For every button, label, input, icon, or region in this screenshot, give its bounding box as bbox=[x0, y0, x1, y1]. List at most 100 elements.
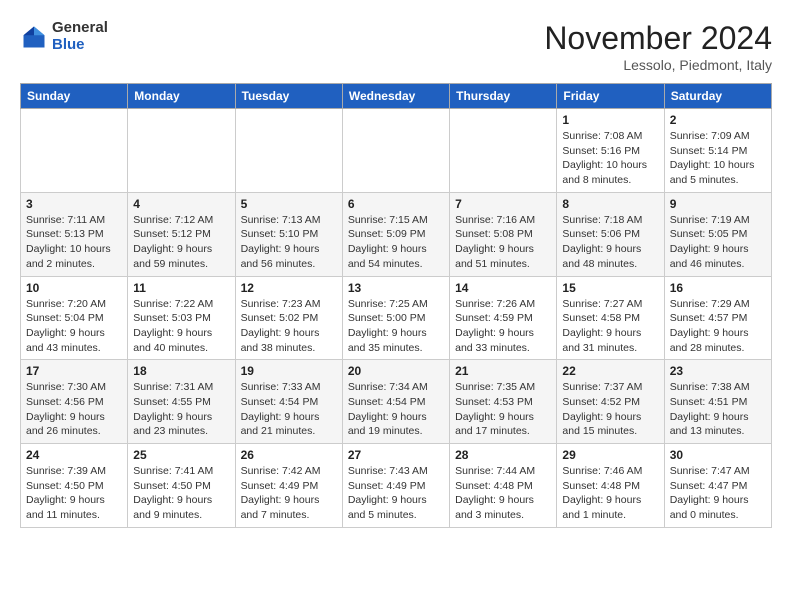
calendar-cell: 14 Sunrise: 7:26 AMSunset: 4:59 PMDayligh… bbox=[450, 276, 557, 360]
day-number: 21 bbox=[455, 364, 551, 378]
day-info: Sunrise: 7:29 AMSunset: 4:57 PMDaylight:… bbox=[670, 297, 766, 356]
day-number: 5 bbox=[241, 197, 337, 211]
day-number: 9 bbox=[670, 197, 766, 211]
day-info: Sunrise: 7:35 AMSunset: 4:53 PMDaylight:… bbox=[455, 380, 551, 439]
day-number: 2 bbox=[670, 113, 766, 127]
day-header-thursday: Thursday bbox=[450, 84, 557, 109]
logo: General Blue bbox=[20, 20, 108, 53]
page-header: General Blue November 2024 Lessolo, Pied… bbox=[20, 20, 772, 73]
calendar-cell: 30 Sunrise: 7:47 AMSunset: 4:47 PMDayligh… bbox=[664, 444, 771, 528]
day-info: Sunrise: 7:43 AMSunset: 4:49 PMDaylight:… bbox=[348, 464, 444, 523]
day-info: Sunrise: 7:25 AMSunset: 5:00 PMDaylight:… bbox=[348, 297, 444, 356]
day-info: Sunrise: 7:08 AMSunset: 5:16 PMDaylight:… bbox=[562, 129, 658, 188]
calendar-cell: 21 Sunrise: 7:35 AMSunset: 4:53 PMDayligh… bbox=[450, 360, 557, 444]
day-number: 29 bbox=[562, 448, 658, 462]
day-number: 12 bbox=[241, 281, 337, 295]
day-info: Sunrise: 7:37 AMSunset: 4:52 PMDaylight:… bbox=[562, 380, 658, 439]
logo-text: General Blue bbox=[52, 20, 108, 53]
calendar-header-row: SundayMondayTuesdayWednesdayThursdayFrid… bbox=[21, 84, 772, 109]
day-number: 13 bbox=[348, 281, 444, 295]
day-info: Sunrise: 7:31 AMSunset: 4:55 PMDaylight:… bbox=[133, 380, 229, 439]
calendar-cell bbox=[450, 109, 557, 193]
calendar-cell: 26Sunrise: 7:42 AMSunset: 4:49 PMDayligh… bbox=[235, 444, 342, 528]
day-number: 23 bbox=[670, 364, 766, 378]
day-info: Sunrise: 7:19 AMSunset: 5:05 PMDaylight:… bbox=[670, 213, 766, 272]
calendar-cell: 24 Sunrise: 7:39 AMSunset: 4:50 PMDayligh… bbox=[21, 444, 128, 528]
day-number: 26 bbox=[241, 448, 337, 462]
week-row-4: 17 Sunrise: 7:30 AMSunset: 4:56 PMDayligh… bbox=[21, 360, 772, 444]
calendar-cell: 25 Sunrise: 7:41 AMSunset: 4:50 PMDayligh… bbox=[128, 444, 235, 528]
day-number: 6 bbox=[348, 197, 444, 211]
calendar-cell: 22 Sunrise: 7:37 AMSunset: 4:52 PMDayligh… bbox=[557, 360, 664, 444]
calendar-cell bbox=[128, 109, 235, 193]
day-info: Sunrise: 7:13 AMSunset: 5:10 PMDaylight:… bbox=[241, 213, 337, 272]
day-info: Sunrise: 7:27 AMSunset: 4:58 PMDaylight:… bbox=[562, 297, 658, 356]
day-info: Sunrise: 7:33 AMSunset: 4:54 PMDaylight:… bbox=[241, 380, 337, 439]
calendar-cell: 16Sunrise: 7:29 AMSunset: 4:57 PMDayligh… bbox=[664, 276, 771, 360]
calendar-cell: 9 Sunrise: 7:19 AMSunset: 5:05 PMDaylight… bbox=[664, 192, 771, 276]
calendar-cell: 10 Sunrise: 7:20 AMSunset: 5:04 PMDayligh… bbox=[21, 276, 128, 360]
day-number: 14 bbox=[455, 281, 551, 295]
calendar-cell bbox=[342, 109, 449, 193]
calendar-cell: 23 Sunrise: 7:38 AMSunset: 4:51 PMDayligh… bbox=[664, 360, 771, 444]
calendar-cell: 29 Sunrise: 7:46 AMSunset: 4:48 PMDayligh… bbox=[557, 444, 664, 528]
week-row-3: 10 Sunrise: 7:20 AMSunset: 5:04 PMDayligh… bbox=[21, 276, 772, 360]
day-info: Sunrise: 7:22 AMSunset: 5:03 PMDaylight:… bbox=[133, 297, 229, 356]
day-header-saturday: Saturday bbox=[664, 84, 771, 109]
day-number: 20 bbox=[348, 364, 444, 378]
day-number: 22 bbox=[562, 364, 658, 378]
title-block: November 2024 Lessolo, Piedmont, Italy bbox=[544, 20, 772, 73]
day-info: Sunrise: 7:18 AMSunset: 5:06 PMDaylight:… bbox=[562, 213, 658, 272]
month-title: November 2024 bbox=[544, 20, 772, 57]
day-number: 3 bbox=[26, 197, 122, 211]
day-number: 19 bbox=[241, 364, 337, 378]
day-number: 11 bbox=[133, 281, 229, 295]
day-info: Sunrise: 7:09 AMSunset: 5:14 PMDaylight:… bbox=[670, 129, 766, 188]
day-header-wednesday: Wednesday bbox=[342, 84, 449, 109]
calendar-cell: 18 Sunrise: 7:31 AMSunset: 4:55 PMDayligh… bbox=[128, 360, 235, 444]
day-info: Sunrise: 7:26 AMSunset: 4:59 PMDaylight:… bbox=[455, 297, 551, 356]
day-number: 30 bbox=[670, 448, 766, 462]
week-row-5: 24 Sunrise: 7:39 AMSunset: 4:50 PMDayligh… bbox=[21, 444, 772, 528]
calendar-cell: 1Sunrise: 7:08 AMSunset: 5:16 PMDaylight… bbox=[557, 109, 664, 193]
calendar-cell bbox=[235, 109, 342, 193]
day-header-tuesday: Tuesday bbox=[235, 84, 342, 109]
day-info: Sunrise: 7:34 AMSunset: 4:54 PMDaylight:… bbox=[348, 380, 444, 439]
day-number: 10 bbox=[26, 281, 122, 295]
calendar-cell: 28Sunrise: 7:44 AMSunset: 4:48 PMDayligh… bbox=[450, 444, 557, 528]
day-header-friday: Friday bbox=[557, 84, 664, 109]
day-info: Sunrise: 7:38 AMSunset: 4:51 PMDaylight:… bbox=[670, 380, 766, 439]
day-info: Sunrise: 7:47 AMSunset: 4:47 PMDaylight:… bbox=[670, 464, 766, 523]
day-info: Sunrise: 7:39 AMSunset: 4:50 PMDaylight:… bbox=[26, 464, 122, 523]
day-number: 24 bbox=[26, 448, 122, 462]
calendar-cell: 3Sunrise: 7:11 AMSunset: 5:13 PMDaylight… bbox=[21, 192, 128, 276]
day-info: Sunrise: 7:46 AMSunset: 4:48 PMDaylight:… bbox=[562, 464, 658, 523]
day-info: Sunrise: 7:12 AMSunset: 5:12 PMDaylight:… bbox=[133, 213, 229, 272]
logo-icon bbox=[20, 23, 48, 51]
calendar-cell: 4Sunrise: 7:12 AMSunset: 5:12 PMDaylight… bbox=[128, 192, 235, 276]
day-number: 25 bbox=[133, 448, 229, 462]
calendar-cell: 5 Sunrise: 7:13 AMSunset: 5:10 PMDaylight… bbox=[235, 192, 342, 276]
day-number: 15 bbox=[562, 281, 658, 295]
logo-blue-text: Blue bbox=[52, 37, 108, 54]
calendar-cell: 19 Sunrise: 7:33 AMSunset: 4:54 PMDayligh… bbox=[235, 360, 342, 444]
day-info: Sunrise: 7:20 AMSunset: 5:04 PMDaylight:… bbox=[26, 297, 122, 356]
calendar-cell: 2 Sunrise: 7:09 AMSunset: 5:14 PMDaylight… bbox=[664, 109, 771, 193]
day-number: 7 bbox=[455, 197, 551, 211]
day-info: Sunrise: 7:15 AMSunset: 5:09 PMDaylight:… bbox=[348, 213, 444, 272]
day-number: 17 bbox=[26, 364, 122, 378]
logo-general-text: General bbox=[52, 20, 108, 37]
day-header-sunday: Sunday bbox=[21, 84, 128, 109]
day-number: 18 bbox=[133, 364, 229, 378]
day-info: Sunrise: 7:41 AMSunset: 4:50 PMDaylight:… bbox=[133, 464, 229, 523]
calendar-cell: 13 Sunrise: 7:25 AMSunset: 5:00 PMDayligh… bbox=[342, 276, 449, 360]
calendar-cell: 27 Sunrise: 7:43 AMSunset: 4:49 PMDayligh… bbox=[342, 444, 449, 528]
day-info: Sunrise: 7:44 AMSunset: 4:48 PMDaylight:… bbox=[455, 464, 551, 523]
calendar-cell: 11 Sunrise: 7:22 AMSunset: 5:03 PMDayligh… bbox=[128, 276, 235, 360]
day-number: 27 bbox=[348, 448, 444, 462]
calendar-cell: 17 Sunrise: 7:30 AMSunset: 4:56 PMDayligh… bbox=[21, 360, 128, 444]
calendar-cell: 6 Sunrise: 7:15 AMSunset: 5:09 PMDaylight… bbox=[342, 192, 449, 276]
day-info: Sunrise: 7:30 AMSunset: 4:56 PMDaylight:… bbox=[26, 380, 122, 439]
location-text: Lessolo, Piedmont, Italy bbox=[544, 57, 772, 73]
day-number: 8 bbox=[562, 197, 658, 211]
